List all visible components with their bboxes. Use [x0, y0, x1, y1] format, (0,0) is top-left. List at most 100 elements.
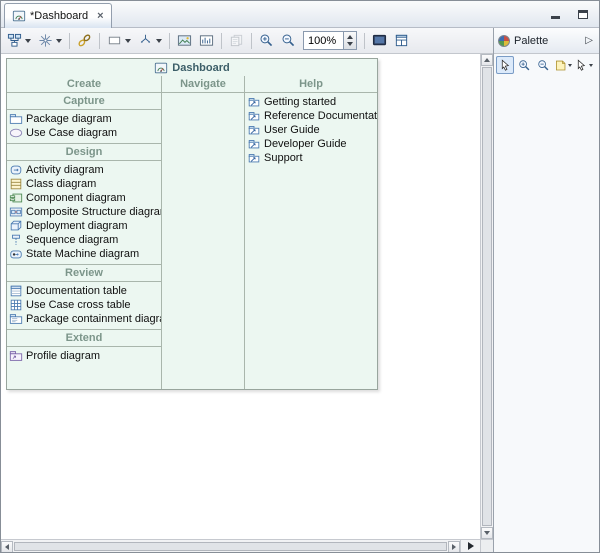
item-label: Support: [264, 152, 303, 164]
tab-close-icon[interactable]: ×: [97, 11, 103, 21]
scroll-down-icon: [484, 531, 490, 535]
papyrus-window: *Dashboard ×: [0, 0, 600, 553]
create-item-class-diagram[interactable]: Class diagram: [7, 177, 161, 191]
create-item-activity-diagram[interactable]: Activity diagram: [7, 163, 161, 177]
console-button[interactable]: [369, 30, 390, 51]
vertical-scrollbar[interactable]: [480, 54, 493, 539]
spin-up-icon: [347, 35, 353, 39]
palette-title: Palette: [514, 35, 579, 47]
help-shortcut-icon: [247, 109, 261, 123]
palette-zoom-in-tool[interactable]: [515, 56, 533, 74]
toolbar-separator: [69, 33, 70, 49]
item-label: Deployment diagram: [26, 220, 128, 232]
palette-panel: Palette ▷: [493, 28, 599, 552]
dashboard-title-text: Dashboard: [172, 62, 229, 74]
help-shortcut-icon: [247, 151, 261, 165]
minimize-button[interactable]: [547, 6, 563, 22]
package-diagram-icon: [9, 112, 23, 126]
help-item-getting-started[interactable]: Getting started: [245, 95, 377, 109]
grid-window-icon: [394, 33, 409, 48]
outline-view-button[interactable]: [391, 30, 412, 51]
composite-structure-diagram-icon: [9, 205, 23, 219]
canvas-corner-flyout-button[interactable]: [460, 539, 480, 552]
use-case-cross-table-icon: [9, 298, 23, 312]
shape-style-button[interactable]: [104, 30, 134, 51]
create-item-composite-structure-diagram[interactable]: Composite Structure diagram: [7, 205, 161, 219]
help-item-support[interactable]: Support: [245, 151, 377, 165]
item-label: Composite Structure diagram: [26, 206, 162, 218]
copy-icon: [229, 33, 244, 48]
scroll-down-button[interactable]: [481, 527, 493, 539]
palette-expand-icon[interactable]: ▷: [583, 35, 595, 46]
review-section-header: Review: [7, 264, 161, 282]
create-item-profile-diagram[interactable]: Profile diagram: [7, 349, 161, 363]
scroll-up-button[interactable]: [481, 54, 493, 66]
palette-body[interactable]: [494, 76, 599, 552]
dashboard-tab-icon: [12, 9, 26, 23]
zoom-out-button[interactable]: [278, 30, 299, 51]
zoom-level-value[interactable]: 100%: [303, 31, 343, 50]
pointer-icon: [575, 59, 588, 72]
create-item-package-diagram[interactable]: Package diagram: [7, 112, 161, 126]
image-icon: [177, 33, 192, 48]
zoom-level-combo[interactable]: 100%: [303, 31, 357, 50]
screen-icon: [372, 33, 387, 48]
zoom-in-icon: [259, 33, 274, 48]
create-item-package-containment-diagram[interactable]: Package containment diagram: [7, 312, 161, 326]
palette-header[interactable]: Palette ▷: [494, 28, 599, 54]
horizontal-scrollbar[interactable]: [1, 539, 460, 552]
pointer-icon: [499, 59, 512, 72]
horizontal-scrollbar-thumb[interactable]: [14, 542, 447, 551]
zoom-spinner[interactable]: [343, 31, 357, 50]
dashboard-icon: [154, 61, 168, 75]
scroll-left-icon: [5, 544, 9, 550]
palette-zoom-out-tool[interactable]: [534, 56, 552, 74]
create-item-state-machine-diagram[interactable]: State Machine diagram: [7, 247, 161, 261]
dashboard-panel-title: Dashboard: [7, 59, 377, 76]
maximize-button[interactable]: [575, 6, 591, 22]
arrange-button[interactable]: [135, 30, 165, 51]
scroll-right-button[interactable]: [448, 541, 460, 553]
link-button[interactable]: [74, 30, 95, 51]
item-label: Reference Documentation: [264, 110, 377, 122]
create-section-extend: Extend Profile diagram: [7, 329, 161, 366]
note-tool[interactable]: [553, 56, 573, 74]
tab-label: *Dashboard: [30, 10, 88, 22]
create-item-sequence-diagram[interactable]: Sequence diagram: [7, 233, 161, 247]
diagram-toolbar: 100%: [1, 28, 493, 54]
vertical-scrollbar-thumb[interactable]: [482, 67, 492, 526]
snapshot-button[interactable]: [196, 30, 217, 51]
new-diagram-button[interactable]: [4, 30, 34, 51]
item-label: Sequence diagram: [26, 234, 118, 246]
palette-icon: [498, 35, 510, 47]
select-tool[interactable]: [496, 56, 514, 74]
export-image-button[interactable]: [174, 30, 195, 51]
new-element-button[interactable]: [35, 30, 65, 51]
create-section-capture: Capture Package diagram Use Case diagram: [7, 93, 161, 143]
toolbar-separator: [99, 33, 100, 49]
zoom-in-button[interactable]: [256, 30, 277, 51]
item-label: Component diagram: [26, 192, 126, 204]
chevron-down-icon: [568, 64, 572, 67]
create-item-use-case-diagram[interactable]: Use Case diagram: [7, 126, 161, 140]
activity-diagram-icon: [9, 163, 23, 177]
create-item-documentation-table[interactable]: Documentation table: [7, 284, 161, 298]
item-label: Use Case diagram: [26, 127, 117, 139]
item-label: Documentation table: [26, 285, 127, 297]
minimize-icon: [551, 16, 560, 19]
create-item-use-case-cross-table[interactable]: Use Case cross table: [7, 298, 161, 312]
create-item-component-diagram[interactable]: Component diagram: [7, 191, 161, 205]
diagram-canvas[interactable]: Dashboard Create Capture Package diagram: [1, 54, 493, 552]
help-item-reference-documentation[interactable]: Reference Documentation: [245, 109, 377, 123]
create-item-deployment-diagram[interactable]: Deployment diagram: [7, 219, 161, 233]
scroll-up-icon: [484, 58, 490, 62]
help-item-user-guide[interactable]: User Guide: [245, 123, 377, 137]
selection-menu-tool[interactable]: [574, 56, 594, 74]
tab-dashboard[interactable]: *Dashboard ×: [4, 3, 112, 28]
maximize-icon: [578, 10, 588, 19]
scroll-left-button[interactable]: [1, 541, 13, 553]
class-diagram-icon: [9, 177, 23, 191]
dashboard-help-column: Help Getting started Reference Documenta…: [245, 76, 377, 389]
help-item-developer-guide[interactable]: Developer Guide: [245, 137, 377, 151]
help-shortcut-icon: [247, 137, 261, 151]
